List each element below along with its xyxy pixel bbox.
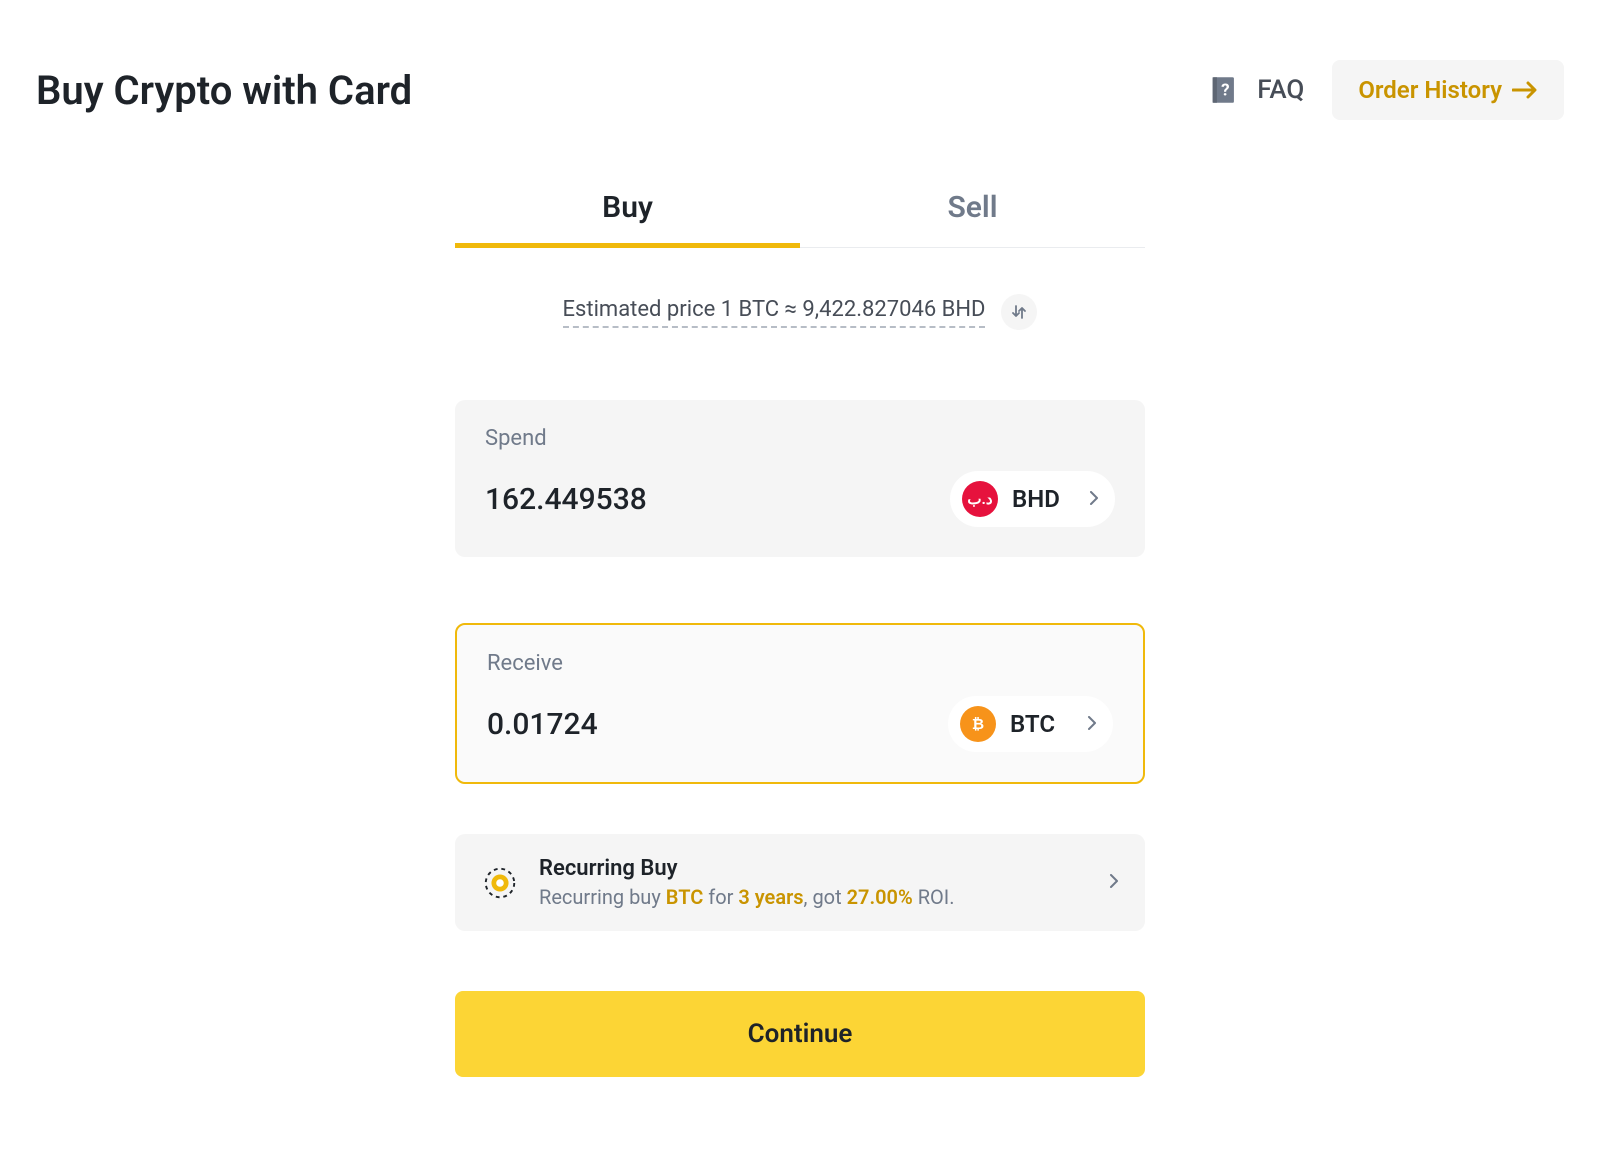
bhd-icon: د.ب xyxy=(962,481,998,517)
spend-card: Spend د.ب BHD xyxy=(455,400,1145,557)
estimate-box: Estimated price 1 BTC ≈ 9,422.827046 BHD xyxy=(563,297,986,328)
svg-text:?: ? xyxy=(1221,81,1229,101)
chevron-right-icon xyxy=(1089,490,1099,509)
swap-button[interactable] xyxy=(1001,294,1037,330)
tab-buy[interactable]: Buy xyxy=(455,170,800,247)
spend-input[interactable] xyxy=(485,482,863,517)
arrow-right-icon xyxy=(1512,81,1538,99)
receive-currency-code: BTC xyxy=(1010,710,1073,738)
continue-button[interactable]: Continue xyxy=(455,991,1145,1077)
spend-currency-selector[interactable]: د.ب BHD xyxy=(950,471,1115,527)
recurring-body: Recurring Buy Recurring buy BTC for 3 ye… xyxy=(539,856,1089,909)
page-header: Buy Crypto with Card ? FAQ Order History xyxy=(36,60,1564,120)
receive-currency-selector[interactable]: ₿ BTC xyxy=(948,696,1113,752)
faq-label: FAQ xyxy=(1257,75,1304,105)
main-panel: Buy Sell Estimated price 1 BTC ≈ 9,422.8… xyxy=(455,170,1145,1077)
recurring-title: Recurring Buy xyxy=(539,856,1089,881)
order-history-button[interactable]: Order History xyxy=(1332,60,1564,120)
recurring-subtitle: Recurring buy BTC for 3 years, got 27.00… xyxy=(539,885,1089,909)
recurring-icon xyxy=(481,864,519,902)
tab-sell[interactable]: Sell xyxy=(800,170,1145,247)
receive-input[interactable] xyxy=(487,707,863,742)
chevron-right-icon xyxy=(1109,873,1119,892)
receive-card: Receive ₿ BTC xyxy=(455,623,1145,784)
spend-currency-code: BHD xyxy=(1012,485,1075,513)
receive-label: Receive xyxy=(487,651,1113,676)
spend-label: Spend xyxy=(485,426,1115,451)
estimate-row: Estimated price 1 BTC ≈ 9,422.827046 BHD xyxy=(455,294,1145,330)
btc-icon: ₿ xyxy=(960,706,996,742)
order-history-label: Order History xyxy=(1358,76,1502,104)
estimate-label: Estimated price 1 BTC ≈ 9,422.827046 BHD xyxy=(563,297,986,322)
swap-icon xyxy=(1011,304,1027,320)
page-title: Buy Crypto with Card xyxy=(36,67,412,114)
chevron-right-icon xyxy=(1087,715,1097,734)
help-book-icon: ? xyxy=(1207,73,1241,107)
tabs: Buy Sell xyxy=(455,170,1145,248)
header-actions: ? FAQ Order History xyxy=(1207,60,1564,120)
recurring-buy-card[interactable]: Recurring Buy Recurring buy BTC for 3 ye… xyxy=(455,834,1145,931)
faq-link[interactable]: ? FAQ xyxy=(1207,73,1304,107)
